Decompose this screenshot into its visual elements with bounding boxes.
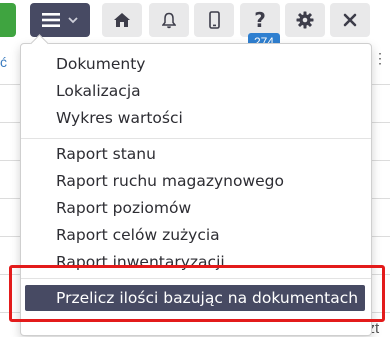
- menu-item-lokalizacja[interactable]: Lokalizacja: [21, 78, 371, 105]
- close-button[interactable]: [330, 3, 370, 37]
- menu-item-raport-stanu[interactable]: Raport stanu: [21, 141, 371, 168]
- green-action-button[interactable]: [0, 3, 16, 37]
- gear-icon: [296, 11, 314, 29]
- table-header-fragment: ć: [0, 54, 7, 70]
- main-menu-button[interactable]: [30, 3, 90, 37]
- chevron-down-icon: [68, 16, 78, 24]
- help-button[interactable]: ?: [240, 3, 280, 37]
- close-icon: [343, 13, 357, 27]
- settings-button[interactable]: [285, 3, 325, 37]
- question-icon: ?: [254, 8, 266, 32]
- bell-icon: [162, 12, 176, 29]
- notifications-button[interactable]: [149, 3, 189, 37]
- column-menu-icon[interactable]: ⋮: [373, 50, 387, 67]
- menu-item-raport-poziomow[interactable]: Raport poziomów: [21, 195, 371, 222]
- menu-item-raport-ruchu-magazynowego[interactable]: Raport ruchu magazynowego: [21, 168, 371, 195]
- mobile-icon: [208, 11, 220, 29]
- mobile-button[interactable]: [194, 3, 234, 37]
- menu-item-wykres-wartosci[interactable]: Wykres wartości: [21, 105, 371, 132]
- menu-item-dokumenty[interactable]: Dokumenty: [21, 51, 371, 78]
- home-icon: [113, 12, 131, 28]
- highlight-box: [9, 265, 385, 322]
- menu-item-raport-celow-zuzycia[interactable]: Raport celów zużycia: [21, 222, 371, 249]
- home-button[interactable]: [102, 3, 142, 37]
- menu-icon: [42, 13, 60, 27]
- menu-divider: [21, 138, 371, 139]
- top-toolbar: ? 274: [0, 0, 390, 51]
